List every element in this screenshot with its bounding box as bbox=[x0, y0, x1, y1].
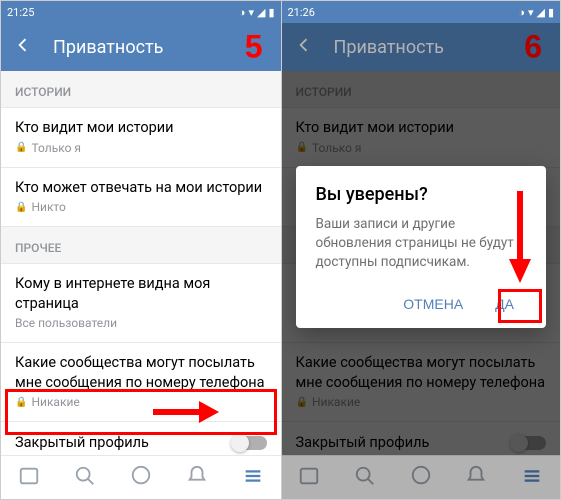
lock-icon: 🔒 bbox=[15, 397, 27, 408]
nav-news-icon[interactable] bbox=[18, 465, 40, 491]
settings-content: ИСТОРИИ Кто видит мои истории 🔒Только я … bbox=[282, 71, 561, 455]
private-profile-label: Закрытый профиль bbox=[15, 434, 149, 451]
dialog-actions: ОТМЕНА ДА bbox=[316, 288, 527, 320]
dialog-title: Вы уверены? bbox=[316, 184, 527, 205]
nav-notifications-icon[interactable] bbox=[186, 465, 208, 491]
setting-who-replies-stories[interactable]: Кто может отвечать на мои истории 🔒Никто bbox=[1, 168, 281, 228]
status-time: 21:26 bbox=[288, 6, 315, 19]
status-bar: 21:25 ◑▾◢▮ bbox=[1, 1, 281, 23]
app-header: Приватность 5 bbox=[1, 23, 281, 71]
nav-menu-icon[interactable] bbox=[242, 465, 264, 491]
status-time: 21:25 bbox=[7, 6, 34, 19]
app-header: Приватность 6 bbox=[282, 23, 561, 71]
status-icons: ◑▾◢▮ bbox=[239, 6, 275, 19]
section-header-other: ПРОЧЕЕ bbox=[1, 227, 281, 264]
section-header-stories: ИСТОРИИ bbox=[1, 71, 281, 108]
back-icon[interactable] bbox=[294, 35, 314, 59]
lock-icon: 🔒 bbox=[15, 142, 27, 153]
screen-step-6: 21:26 ◑▾◢▮ Приватность 6 ИСТОРИИ Кто вид… bbox=[281, 1, 561, 499]
status-bar: 21:26 ◑▾◢▮ bbox=[282, 1, 561, 23]
page-title: Приватность bbox=[334, 37, 444, 58]
screen-step-5: 21:25 ◑▾◢▮ Приватность 5 ИСТОРИИ Кто вид… bbox=[1, 1, 281, 499]
step-number: 5 bbox=[245, 29, 263, 66]
lock-icon: 🔒 bbox=[15, 202, 27, 213]
nav-search-icon[interactable] bbox=[354, 465, 376, 491]
nav-messages-icon[interactable] bbox=[130, 465, 152, 491]
setting-page-visibility[interactable]: Кому в интернете видна моя страница Все … bbox=[1, 264, 281, 343]
status-icons: ◑▾◢▮ bbox=[518, 6, 554, 19]
confirm-dialog: Вы уверены? Ваши записи и другие обновле… bbox=[296, 166, 547, 328]
bottom-nav bbox=[1, 455, 281, 499]
step-number: 6 bbox=[524, 29, 542, 66]
page-title: Приватность bbox=[53, 37, 163, 58]
back-icon[interactable] bbox=[13, 35, 33, 59]
ok-button[interactable]: ДА bbox=[483, 288, 526, 320]
private-profile-toggle[interactable] bbox=[233, 436, 267, 450]
setting-who-sees-stories[interactable]: Кто видит мои истории 🔒Только я bbox=[1, 108, 281, 168]
setting-private-profile[interactable]: Закрытый профиль bbox=[1, 422, 281, 455]
nav-search-icon[interactable] bbox=[74, 465, 96, 491]
nav-messages-icon[interactable] bbox=[410, 465, 432, 491]
settings-content: ИСТОРИИ Кто видит мои истории 🔒Только я … bbox=[1, 71, 281, 455]
cancel-button[interactable]: ОТМЕНА bbox=[391, 288, 475, 320]
bottom-nav bbox=[282, 455, 561, 499]
nav-news-icon[interactable] bbox=[298, 465, 320, 491]
dialog-text: Ваши записи и другие обновления страницы… bbox=[316, 215, 527, 272]
nav-notifications-icon[interactable] bbox=[465, 465, 487, 491]
nav-menu-icon[interactable] bbox=[521, 465, 543, 491]
setting-community-messages[interactable]: Какие сообщества могут посылать мне сооб… bbox=[1, 343, 281, 422]
